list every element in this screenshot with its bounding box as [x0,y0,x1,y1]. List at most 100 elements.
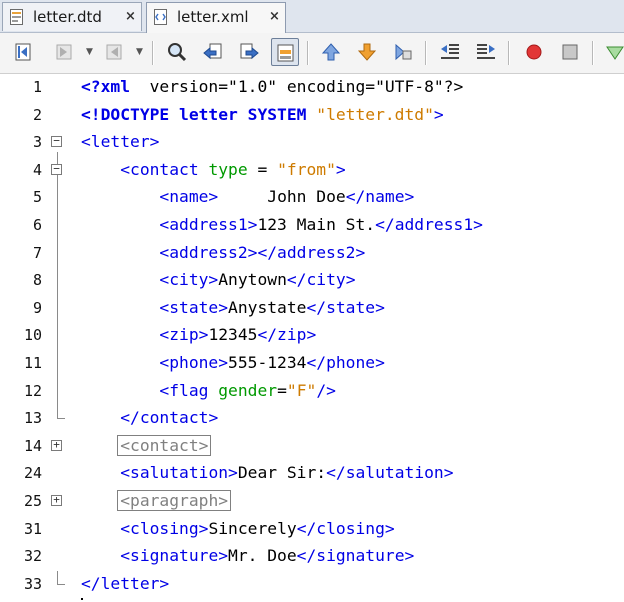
back-dropdown-icon[interactable]: ▼ [86,47,93,57]
run-icon [606,46,624,60]
code-line[interactable]: 9 <state>Anystate</state> [0,295,624,323]
xml-tag: <letter> [81,132,160,152]
code-line[interactable]: 33 </letter> [0,570,624,599]
code-line[interactable]: 4− <contact type = "from"> [0,157,624,185]
xml-tag: <state> [159,297,229,317]
xml-text [81,270,159,289]
last-edit-button[interactable] [10,38,38,66]
xml-text: 555-1234 [228,353,307,372]
line-number: 11 [23,354,42,372]
xml-tag: </city> [286,270,356,290]
xml-text: Mr. Doe [228,546,297,566]
code-line[interactable]: 7 <address2></address2> [0,240,624,268]
forward-dropdown-icon[interactable]: ▼ [136,47,143,57]
record-macro-button[interactable] [520,38,548,66]
code-text: <contact type = "from"> [81,160,346,179]
next-bookmark-button[interactable] [353,38,381,66]
code-line[interactable]: 10 <zip>12345</zip> [0,322,624,350]
xml-text: version="1.0" encoding="UTF-8"?> [130,77,464,96]
tab-letter-xml[interactable]: letter.xml × [146,2,286,33]
shift-left-button[interactable] [436,38,464,66]
code-text: <city>Anytown</city> [81,270,356,290]
line-number: 25 [23,492,42,510]
xml-value: "from" [277,159,336,179]
xml-value: "F" [286,380,317,400]
collapse-fold-icon[interactable]: − [51,135,62,148]
line-number: 31 [23,519,42,538]
toggle-highlight-button[interactable] [271,38,299,66]
code-text: <salutation>Dear Sir:</salutation> [81,463,453,483]
xml-tag: </letter> [81,573,170,593]
code-text: <flag gender="F"/> [81,381,336,400]
xml-tag: </signature> [296,546,415,566]
line-number: 33 [23,574,42,593]
fold-end-marker [57,570,65,585]
xml-tag: > [335,159,346,179]
shift-right-button[interactable] [472,38,500,66]
xml-editor[interactable]: 1 <?xml version="1.0" encoding="UTF-8"?> 2… [0,74,624,602]
forward-button[interactable] [100,38,128,66]
line-number: 4 [32,160,42,179]
find-previous-button[interactable] [199,38,227,66]
forward-icon [106,44,122,60]
xml-text [81,187,159,206]
line-number: 3 [32,133,42,152]
stop-macro-button[interactable] [556,38,584,66]
code-line[interactable]: 6 <address1>123 Main St.</address1> [0,212,624,240]
find-button[interactable] [163,38,191,66]
collapse-fold-icon[interactable]: − [51,163,62,175]
xml-text [81,408,120,427]
code-text: <?xml version="1.0" encoding="UTF-8"?> [81,77,463,96]
xml-tag: <salutation> [120,463,238,483]
line-number: 1 [32,78,42,96]
code-line[interactable]: 14 + <contact> [0,433,624,461]
code-line[interactable]: 12 <flag gender="F"/> [0,378,624,406]
xml-text: = [247,159,278,179]
expand-fold-icon[interactable]: + [51,439,62,451]
code-text: <address1>123 Main St.</address1> [81,215,483,234]
close-icon[interactable]: × [125,10,136,23]
code-line[interactable]: 2 <!DOCTYPE letter SYSTEM "letter.dtd"> [0,102,624,130]
shift-left-icon [441,44,459,59]
code-line[interactable]: 25 + <paragraph> [0,488,624,516]
xml-tag: </phone> [306,353,385,372]
xml-text [81,160,120,179]
xml-text [81,298,159,317]
back-button[interactable] [50,38,78,66]
toggle-bookmark-button[interactable] [389,38,417,66]
code-line[interactable]: 31 <closing>Sincerely</closing> [0,516,624,544]
close-icon[interactable]: × [269,10,280,23]
find-icon [168,43,187,62]
xml-text [81,491,120,510]
expand-fold-icon[interactable]: + [51,494,62,506]
code-line[interactable]: 5 <name> John Doe</name> [0,184,624,212]
shift-right-icon [477,44,495,59]
code-line[interactable]: 8 <city>Anytown</city> [0,267,624,295]
xml-text: Anytown [218,270,287,290]
line-number: 5 [32,188,42,207]
xml-text: Sincerely [208,518,297,538]
code-line[interactable]: 32 <signature>Mr. Doe</signature> [0,543,624,571]
xml-attribute: gender [218,380,278,400]
find-next-button[interactable] [235,38,263,66]
code-line[interactable]: 13 </contact> [0,405,624,433]
code-line[interactable]: 3− <letter> [0,129,624,157]
line-number: 9 [32,298,42,317]
xml-text [81,463,120,482]
code-text: <signature>Mr. Doe</signature> [81,546,414,565]
xml-tag: <name> [159,187,219,207]
editor-toolbar: ▼ ▼ [0,33,624,74]
code-line[interactable]: 11 <phone>555-1234</phone> [0,350,624,378]
toolbar-separator [152,41,154,65]
toolbar-separator [307,41,309,65]
run-button[interactable] [600,38,624,66]
previous-bookmark-button[interactable] [317,38,345,66]
code-line[interactable]: 24 <salutation>Dear Sir:</salutation> [0,460,624,488]
folded-block[interactable]: <paragraph> [117,490,232,511]
tab-letter-dtd[interactable]: letter.dtd × [2,2,142,31]
folded-block[interactable]: <contact> [117,434,212,456]
code-line[interactable]: 1 <?xml version="1.0" encoding="UTF-8"?> [0,74,624,102]
code-text: <address2></address2> [81,243,365,262]
code-text: <letter> [81,132,159,151]
stop-macro-icon [562,44,578,60]
